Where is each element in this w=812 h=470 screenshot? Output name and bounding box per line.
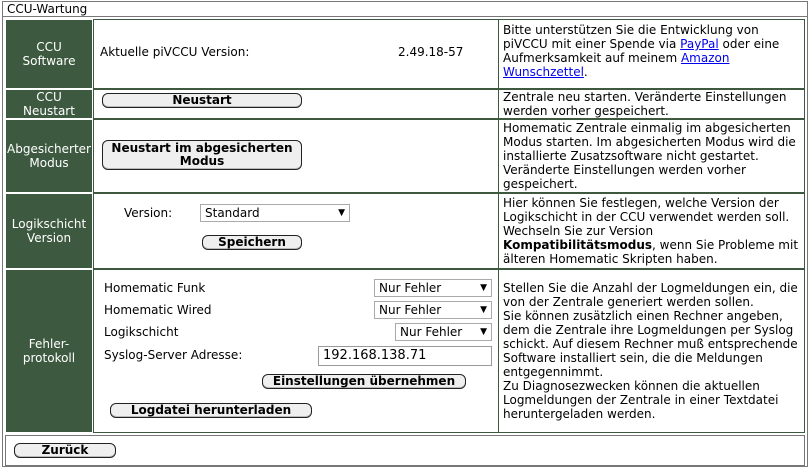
row-label-ccu-software: CCU Software	[5, 19, 93, 89]
logiclayer-content-cell: Version: Standard ▼ Speichern	[94, 194, 498, 268]
logic-version-label: Version:	[124, 206, 173, 220]
errorlog-content-cell: Homematic Funk Nur Fehler ▼ Homematic Wi…	[94, 270, 498, 432]
software-help-cell: Bitte unterstützen Sie die Entwicklung v…	[499, 20, 804, 88]
save-logic-version-button[interactable]: Speichern	[202, 235, 302, 250]
maintenance-table: CCU Software Aktuelle piVCCU Version: 2.…	[5, 19, 805, 433]
restart-help-cell: Zentrale neu starten. Veränderte Einstel…	[499, 90, 804, 118]
funk-log-level-select[interactable]: Nur Fehler ▼	[374, 279, 492, 297]
ccu-maintenance-window: CCU-Wartung CCU Software Aktuelle piVCCU…	[2, 1, 808, 467]
chevron-down-icon: ▼	[480, 327, 487, 337]
restart-help-text: Zentrale neu starten. Veränderte Einstel…	[503, 90, 787, 118]
logic-log-label: Logikschicht	[104, 325, 179, 339]
errorlog-help-text: Stellen Sie die Anzahl der Logmeldungen …	[503, 281, 798, 421]
window-title: CCU-Wartung	[3, 2, 807, 17]
restart-button[interactable]: Neustart	[102, 93, 302, 108]
chevron-down-icon: ▼	[480, 283, 487, 293]
safemode-content-cell: Neustart im abgesicherten Modus	[94, 120, 498, 192]
row-label-safe-mode: Abgesicherter Modus	[5, 119, 93, 193]
wired-log-level-select[interactable]: Nur Fehler ▼	[374, 301, 492, 319]
logic-log-level-select[interactable]: Nur Fehler ▼	[395, 323, 492, 341]
chevron-down-icon: ▼	[480, 305, 487, 315]
syslog-server-input[interactable]: 192.168.138.71	[318, 346, 492, 366]
row-label-error-log: Fehler- protokoll	[5, 269, 93, 433]
back-button[interactable]: Zurück	[14, 443, 116, 458]
chevron-down-icon: ▼	[338, 208, 345, 218]
safemode-help-text: Homematic Zentrale einmalig im abgesiche…	[503, 121, 796, 191]
download-logfile-button[interactable]: Logdatei herunterladen	[110, 403, 312, 418]
restart-content-cell: Neustart	[94, 90, 498, 118]
row-label-ccu-restart: CCU Neustart	[5, 89, 93, 119]
safe-mode-restart-button[interactable]: Neustart im abgesicherten Modus	[102, 140, 302, 170]
row-label-logic-layer-version: Logikschicht Version	[5, 193, 93, 269]
wired-log-label: Homematic Wired	[104, 303, 212, 317]
apply-settings-button[interactable]: Einstellungen übernehmen	[262, 374, 466, 389]
paypal-link[interactable]: PayPal	[680, 37, 719, 51]
piVCCU-version-value: 2.49.18-57	[398, 45, 464, 59]
software-content-cell: Aktuelle piVCCU Version: 2.49.18-57	[94, 20, 498, 88]
funk-log-label: Homematic Funk	[104, 281, 206, 295]
logiclayer-help-cell: Hier können Sie festlegen, welche Versio…	[499, 194, 804, 268]
footer-bar: Zurück	[5, 435, 805, 466]
errorlog-help-cell: Stellen Sie die Anzahl der Logmeldungen …	[499, 270, 804, 432]
piVCCU-version-label: Aktuelle piVCCU Version:	[100, 45, 250, 59]
safemode-help-cell: Homematic Zentrale einmalig im abgesiche…	[499, 120, 804, 192]
logic-version-select[interactable]: Standard ▼	[200, 204, 350, 222]
software-help-text: Bitte unterstützen Sie die Entwicklung v…	[503, 23, 780, 79]
logiclayer-help-text: Hier können Sie festlegen, welche Versio…	[503, 196, 799, 266]
syslog-server-label: Syslog-Server Adresse:	[104, 348, 243, 362]
